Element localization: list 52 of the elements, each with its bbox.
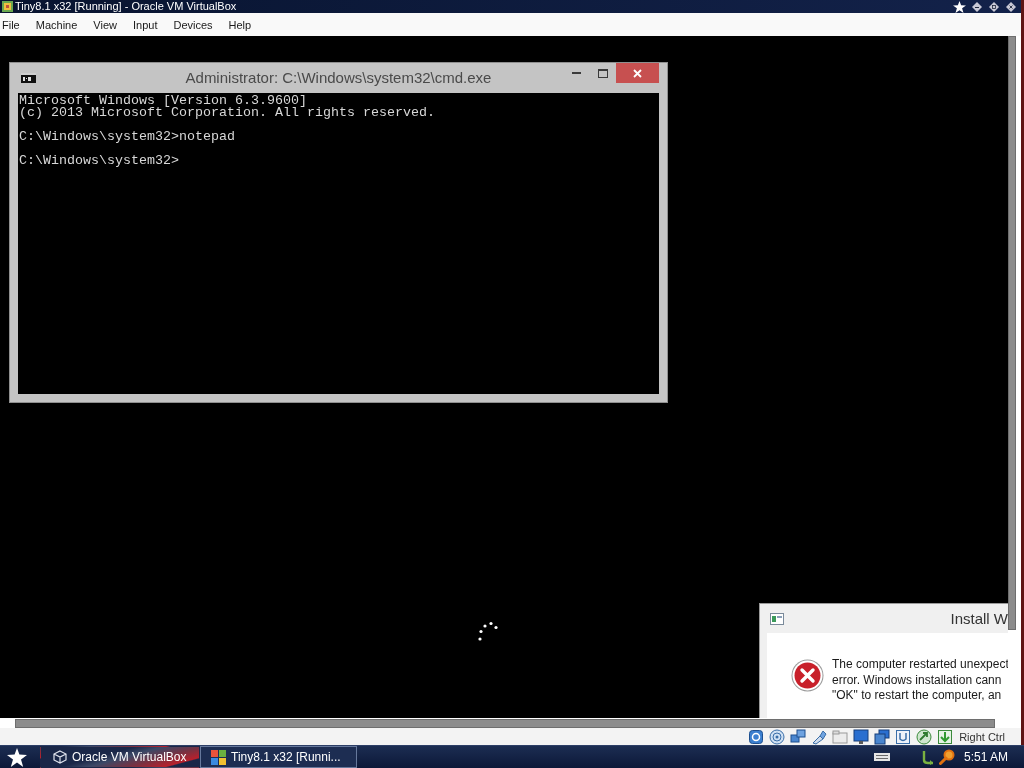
- window-title: Tiny8.1 x32 [Running] - Oracle VM VirtualBox: [15, 0, 237, 13]
- vertical-scrollbar[interactable]: [1008, 36, 1016, 630]
- host-key-label: Right Ctrl: [959, 729, 1005, 744]
- monitor-icon[interactable]: [853, 728, 870, 745]
- console-line: C:\Windows\system32>: [19, 155, 179, 167]
- menu-item[interactable]: Devices: [173, 17, 213, 32]
- diamond-icon: [989, 1, 999, 12]
- app-icon: [2, 1, 13, 12]
- clock[interactable]: 5:51 AM: [963, 750, 1008, 764]
- network-icon[interactable]: [790, 728, 807, 745]
- diamond-icon: [972, 1, 982, 12]
- error-message-line: The computer restarted unexpect: [832, 657, 1008, 673]
- console-line: (c) 2013 Microsoft Corporation. All rights reserved.: [19, 107, 435, 119]
- error-message-line: "OK" to restart the computer, an: [832, 688, 1003, 704]
- loading-spinner-icon: [477, 621, 499, 642]
- plug-icon[interactable]: [811, 728, 828, 745]
- star-icon: [7, 747, 27, 767]
- menu-item[interactable]: View: [93, 17, 117, 32]
- video-capture-icon[interactable]: [895, 728, 912, 745]
- console-line: C:\Windows\system32>notepad: [19, 131, 235, 143]
- arrow-circle-icon[interactable]: [916, 728, 933, 745]
- menu-item[interactable]: Machine: [35, 17, 78, 32]
- maximize-icon: [597, 68, 608, 78]
- window-icon: [770, 612, 784, 625]
- menu-item[interactable]: File: [2, 17, 20, 32]
- keyboard-icon[interactable]: [873, 753, 890, 761]
- console-line: Microsoft Windows [Version 6.3.9600]: [19, 95, 307, 107]
- menu-item[interactable]: Input: [132, 17, 158, 32]
- taskbar-button[interactable]: Tiny8.1 x32 [Runni...: [200, 746, 357, 768]
- dialog-title: Install W: [950, 609, 1008, 628]
- minimize-icon: [571, 72, 581, 74]
- windows-logo-icon: [211, 749, 226, 765]
- stacked-screens-icon[interactable]: [874, 728, 891, 745]
- download-arrow-icon[interactable]: [937, 728, 954, 745]
- horizontal-scrollbar[interactable]: [15, 718, 995, 728]
- close-button[interactable]: [1005, 0, 1017, 13]
- close-icon: [633, 68, 642, 78]
- maximize-button[interactable]: [988, 0, 1000, 13]
- magnifier-icon[interactable]: [938, 749, 955, 765]
- star-icon[interactable]: [953, 0, 966, 13]
- window-title: Administrator: C:\Windows\system32\cmd.exe: [185, 69, 492, 87]
- start-button[interactable]: [5, 746, 29, 768]
- close-icon: [1006, 1, 1016, 12]
- minimize-button[interactable]: [971, 0, 983, 13]
- error-icon: [791, 659, 824, 692]
- taskbar-button[interactable]: Oracle VM VirtualBox: [40, 746, 200, 768]
- disc-icon[interactable]: [769, 728, 786, 745]
- error-message-line: error. Windows installation cann: [832, 672, 1003, 688]
- console-icon: [21, 73, 36, 83]
- tray-arrow-icon[interactable]: [920, 749, 935, 765]
- cube-icon: [53, 750, 67, 764]
- menu-item[interactable]: Help: [228, 17, 252, 32]
